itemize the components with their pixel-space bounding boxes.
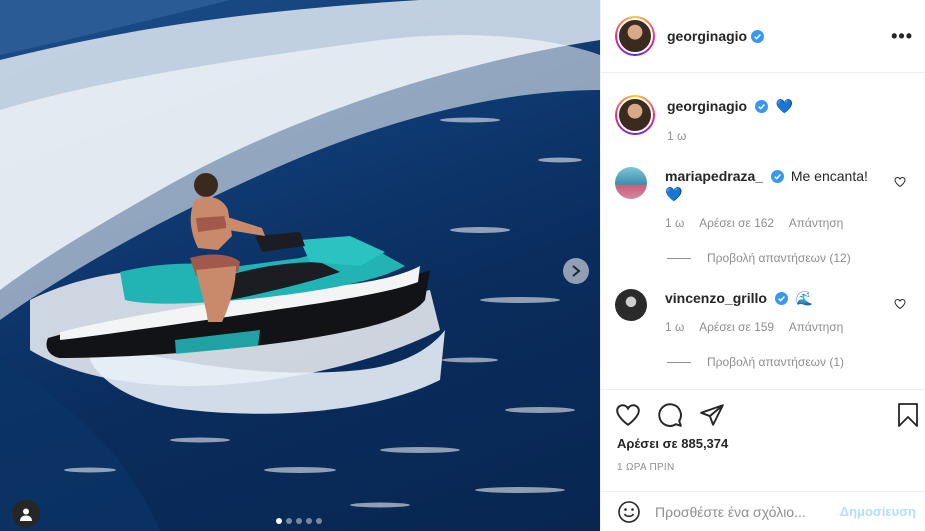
view-replies-label: Προβολή απαντήσεων (1) — [707, 355, 845, 369]
comment-text: 🌊 — [795, 290, 814, 306]
view-replies-label: Προβολή απαντήσεων (12) — [707, 251, 851, 265]
replies-divider — [667, 361, 691, 363]
caption-text: 💙 — [775, 98, 794, 114]
next-image-button[interactable] — [563, 258, 589, 284]
comment-button[interactable] — [657, 402, 683, 428]
comment-time[interactable]: 1 ω — [665, 216, 684, 230]
commenter-avatar[interactable] — [615, 167, 647, 199]
carousel-dot — [286, 518, 292, 524]
carousel-dot — [316, 518, 322, 524]
bookmark-icon — [898, 403, 918, 427]
carousel-dot — [296, 518, 302, 524]
chevron-right-icon — [572, 265, 581, 277]
view-replies-button[interactable]: Προβολή απαντήσεων (1) — [667, 355, 844, 369]
emoji-picker-button[interactable] — [617, 500, 641, 524]
speech-bubble-icon — [658, 403, 682, 427]
commenter-username[interactable]: vincenzo_grillo — [665, 290, 767, 306]
verified-badge-icon — [770, 170, 784, 183]
tagged-users-button[interactable] — [12, 500, 40, 528]
user-icon — [20, 508, 32, 521]
comment-time[interactable]: 1 ω — [665, 320, 684, 334]
comment-emoji: 💙 — [665, 186, 683, 202]
comment-likes[interactable]: Αρέσει σε 162 — [699, 216, 774, 230]
post-comment-button[interactable]: Δημοσίευση — [840, 504, 916, 519]
comment-likes[interactable]: Αρέσει σε 159 — [699, 320, 774, 334]
comment-item: vincenzo_grillo 🌊 1 ω Αρέσει σε 159 Απάν… — [615, 289, 875, 334]
view-replies-button[interactable]: Προβολή απαντήσεων (12) — [667, 251, 851, 265]
post-media[interactable] — [0, 0, 600, 531]
comments-section: georginagio 💙 1 ω mariapedraza_ Me encan… — [601, 73, 925, 390]
paper-plane-icon — [700, 404, 724, 426]
jetski-photo — [0, 0, 600, 531]
share-button[interactable] — [699, 402, 725, 428]
commenter-avatar[interactable] — [615, 289, 647, 321]
comment-meta: 1 ω Αρέσει σε 159 Απάντηση — [665, 320, 875, 334]
post-timestamp[interactable]: 1 ΩΡΑ ΠΡΙΝ — [617, 462, 675, 473]
carousel-dot — [276, 518, 282, 524]
verified-badge-icon — [774, 292, 788, 305]
caption-author-username[interactable]: georginagio — [667, 98, 747, 114]
comment-meta: 1 ω Αρέσει σε 162 Απάντηση — [665, 216, 875, 230]
carousel-dot — [306, 518, 312, 524]
save-button[interactable] — [896, 402, 920, 428]
reply-button[interactable]: Απάντηση — [789, 320, 844, 334]
commenter-username[interactable]: mariapedraza_ — [665, 168, 763, 184]
caption: georginagio 💙 1 ω — [615, 95, 793, 143]
heart-icon — [616, 404, 640, 426]
caption-time[interactable]: 1 ω — [667, 129, 793, 143]
likes-count[interactable]: Αρέσει σε 885,374 — [617, 436, 728, 451]
comment-input[interactable] — [655, 503, 840, 520]
caption-author-avatar[interactable] — [615, 95, 655, 135]
comment-text: Me encanta! — [790, 168, 868, 184]
replies-divider — [667, 257, 691, 259]
like-button[interactable] — [615, 402, 641, 428]
post-side-panel: georginagio ••• georginagio 💙 1 ω mariap… — [600, 0, 925, 531]
like-comment-heart-icon[interactable] — [894, 298, 906, 310]
verified-badge-icon — [755, 100, 769, 113]
more-options-icon[interactable]: ••• — [891, 26, 913, 47]
comment-item: mariapedraza_ Me encanta! 💙 1 ω Αρέσει σ… — [615, 167, 875, 230]
comment-composer: Δημοσίευση — [601, 491, 925, 531]
post-header: georginagio ••• — [601, 0, 925, 73]
like-comment-heart-icon[interactable] — [894, 176, 906, 188]
smiley-icon — [618, 500, 640, 523]
reply-button[interactable]: Απάντηση — [789, 216, 844, 230]
author-username[interactable]: georginagio — [667, 28, 747, 44]
verified-badge-icon — [751, 29, 765, 43]
carousel-indicator — [276, 518, 322, 524]
post-actions — [615, 400, 920, 430]
author-avatar[interactable] — [615, 16, 655, 56]
